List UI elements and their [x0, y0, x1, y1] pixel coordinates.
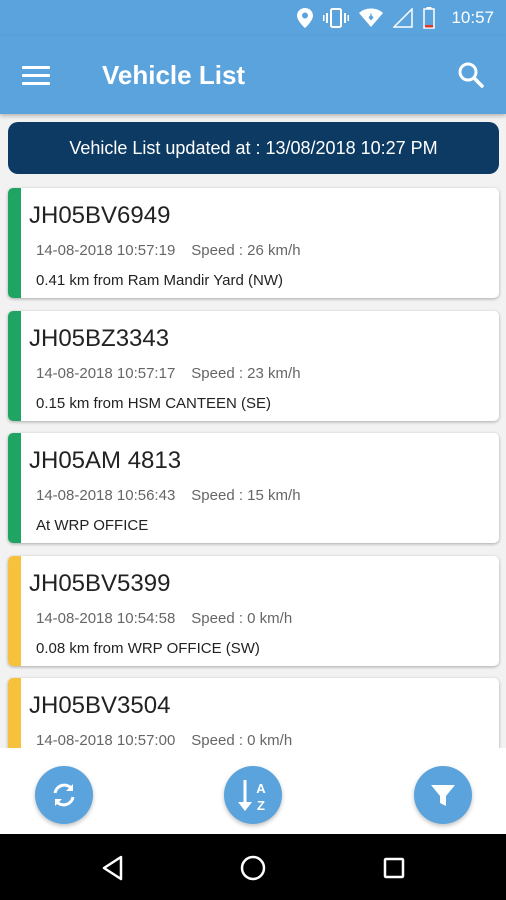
vehicle-datetime: 14-08-2018 10:57:17 — [36, 365, 176, 382]
vehicle-meta: 14-08-2018 10:57:19 Speed : 26 km/h — [36, 242, 301, 259]
home-button[interactable] — [233, 848, 273, 888]
vehicle-card[interactable]: JH05BV5399 14-08-2018 10:54:58 Speed : 0 … — [8, 556, 499, 666]
vehicle-registration: JH05AM 4813 — [29, 447, 182, 474]
status-bar: ! 10:57 — [0, 0, 506, 36]
vehicle-speed: Speed : 26 km/h — [191, 242, 301, 259]
recents-icon — [383, 857, 405, 879]
wifi-icon: ! — [359, 8, 384, 27]
status-indicator — [8, 433, 21, 543]
refresh-icon — [53, 783, 75, 807]
sort-button[interactable]: A Z — [224, 766, 282, 824]
search-icon[interactable] — [454, 58, 488, 92]
status-time: 10:57 — [451, 8, 494, 27]
vehicle-registration: JH05BV3504 — [29, 692, 171, 719]
filter-button[interactable] — [414, 766, 472, 824]
home-icon — [240, 855, 266, 881]
vehicle-list: JH05BV6949 14-08-2018 10:57:19 Speed : 26… — [0, 186, 506, 748]
status-indicator — [8, 678, 21, 748]
vehicle-card[interactable]: JH05AM 4813 14-08-2018 10:56:43 Speed : 1… — [8, 433, 499, 543]
hamburger-menu-icon[interactable] — [22, 55, 62, 95]
back-button[interactable] — [93, 848, 133, 888]
vehicle-registration: JH05BV5399 — [29, 570, 171, 597]
vehicle-meta: 14-08-2018 10:57:17 Speed : 23 km/h — [36, 365, 301, 382]
back-icon — [102, 855, 123, 881]
status-indicator — [8, 311, 21, 421]
vehicle-meta: 14-08-2018 10:57:00 Speed : 0 km/h — [36, 732, 292, 748]
vehicle-location: 0.41 km from Ram Mandir Yard (NW) — [36, 272, 283, 289]
vehicle-card[interactable]: JH05BV6949 14-08-2018 10:57:19 Speed : 26… — [8, 188, 499, 298]
vehicle-registration: JH05BV6949 — [29, 202, 171, 229]
filter-icon — [431, 785, 455, 806]
vehicle-location: 0.08 km from WRP OFFICE (SW) — [36, 640, 260, 657]
vehicle-speed: Speed : 23 km/h — [191, 365, 301, 382]
svg-text:A: A — [256, 781, 266, 796]
vehicle-card[interactable]: JH05BZ3343 14-08-2018 10:57:17 Speed : 23… — [8, 311, 499, 421]
vehicle-meta: 14-08-2018 10:56:43 Speed : 15 km/h — [36, 487, 301, 504]
signal-icon — [393, 8, 414, 28]
vehicle-location: At WRP OFFICE — [36, 517, 149, 534]
system-nav-bar — [0, 834, 506, 900]
vehicle-datetime: 14-08-2018 10:57:19 — [36, 242, 176, 259]
recents-button[interactable] — [374, 848, 414, 888]
location-icon — [297, 8, 314, 28]
vehicle-speed: Speed : 0 km/h — [191, 610, 293, 627]
vibrate-icon — [323, 8, 350, 28]
vehicle-datetime: 14-08-2018 10:57:00 — [36, 732, 176, 748]
vehicle-speed: Speed : 0 km/h — [191, 732, 293, 748]
app-bar: Vehicle List — [0, 36, 506, 114]
status-indicator — [8, 556, 21, 666]
battery-icon — [423, 7, 436, 29]
status-indicator — [8, 188, 21, 298]
vehicle-registration: JH05BZ3343 — [29, 325, 170, 352]
svg-text:!: ! — [370, 13, 373, 22]
refresh-button[interactable] — [35, 766, 93, 824]
vehicle-card[interactable]: JH05BV3504 14-08-2018 10:57:00 Speed : 0 … — [8, 678, 499, 748]
vehicle-location: 0.15 km from HSM CANTEEN (SE) — [36, 395, 272, 412]
vehicle-speed: Speed : 15 km/h — [191, 487, 301, 504]
vehicle-datetime: 14-08-2018 10:54:58 — [36, 610, 176, 627]
bottom-action-bar: A Z — [0, 748, 506, 834]
page-title: Vehicle List — [102, 59, 246, 90]
update-banner: Vehicle List updated at : 13/08/2018 10:… — [8, 122, 499, 174]
vehicle-meta: 14-08-2018 10:54:58 Speed : 0 km/h — [36, 610, 292, 627]
vehicle-datetime: 14-08-2018 10:56:43 — [36, 487, 176, 504]
sort-az-icon: A Z — [238, 780, 266, 813]
svg-text:Z: Z — [257, 798, 265, 813]
